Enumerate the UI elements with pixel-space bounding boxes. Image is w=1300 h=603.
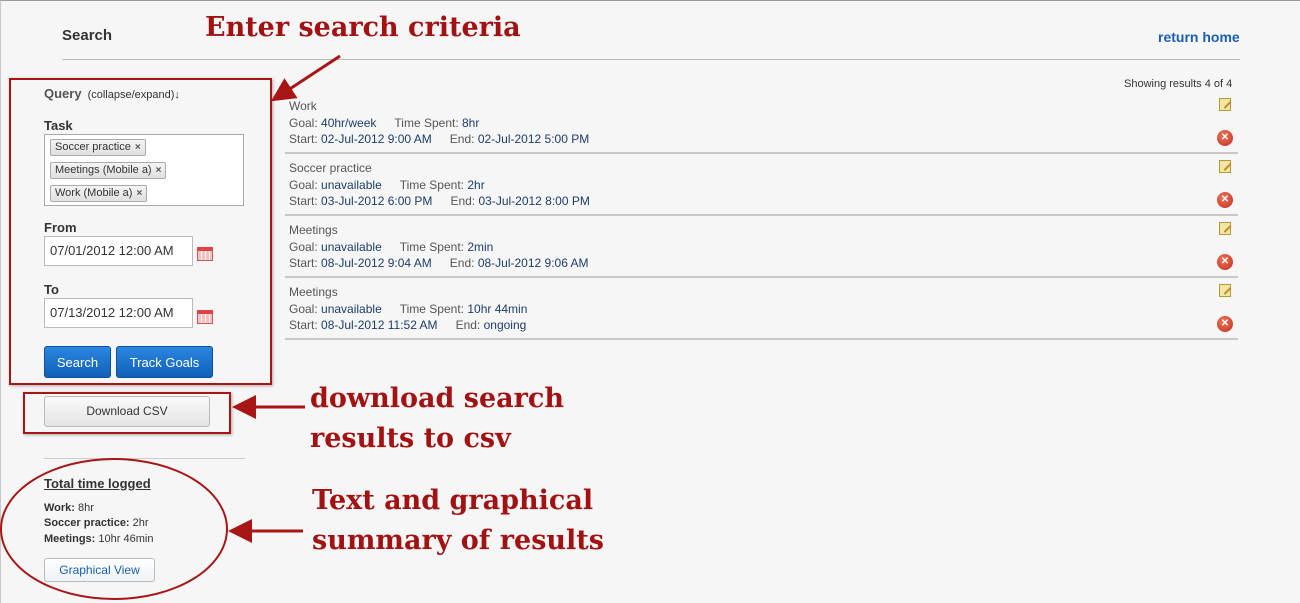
delete-icon[interactable]: ✕ xyxy=(1217,254,1233,270)
result-goal-line: Goal: unavailable Time Spent: 2min xyxy=(289,240,494,254)
result-time-line: Start: 03-Jul-2012 6:00 PM End: 03-Jul-20… xyxy=(289,194,590,208)
result-name: Work xyxy=(289,99,317,113)
edit-icon[interactable] xyxy=(1219,284,1231,297)
results-count: Showing results 4 of 4 xyxy=(1124,78,1233,90)
result-row: Meetings Goal: unavailable Time Spent: 2m… xyxy=(285,216,1238,278)
result-row: Meetings Goal: unavailable Time Spent: 10… xyxy=(285,278,1238,340)
edit-icon[interactable] xyxy=(1219,222,1231,235)
result-time-line: Start: 02-Jul-2012 9:00 AM End: 02-Jul-20… xyxy=(289,132,590,146)
result-row: Work Goal: 40hr/week Time Spent: 8hr Star… xyxy=(285,92,1238,154)
delete-icon[interactable]: ✕ xyxy=(1217,316,1233,332)
result-row: Soccer practice Goal: unavailable Time Sp… xyxy=(285,154,1238,216)
result-goal-line: Goal: unavailable Time Spent: 10hr 44min xyxy=(289,302,528,316)
result-goal-line: Goal: unavailable Time Spent: 2hr xyxy=(289,178,485,192)
result-time-line: Start: 08-Jul-2012 9:04 AM End: 08-Jul-20… xyxy=(289,256,589,270)
result-time-line: Start: 08-Jul-2012 11:52 AM End: ongoing xyxy=(289,318,527,332)
result-goal-line: Goal: 40hr/week Time Spent: 8hr xyxy=(289,116,480,130)
result-name: Meetings xyxy=(289,285,338,299)
result-name: Meetings xyxy=(289,223,338,237)
edit-icon[interactable] xyxy=(1219,160,1231,173)
delete-icon[interactable]: ✕ xyxy=(1217,130,1233,146)
edit-icon[interactable] xyxy=(1219,98,1231,111)
result-name: Soccer practice xyxy=(289,161,372,175)
delete-icon[interactable]: ✕ xyxy=(1217,192,1233,208)
